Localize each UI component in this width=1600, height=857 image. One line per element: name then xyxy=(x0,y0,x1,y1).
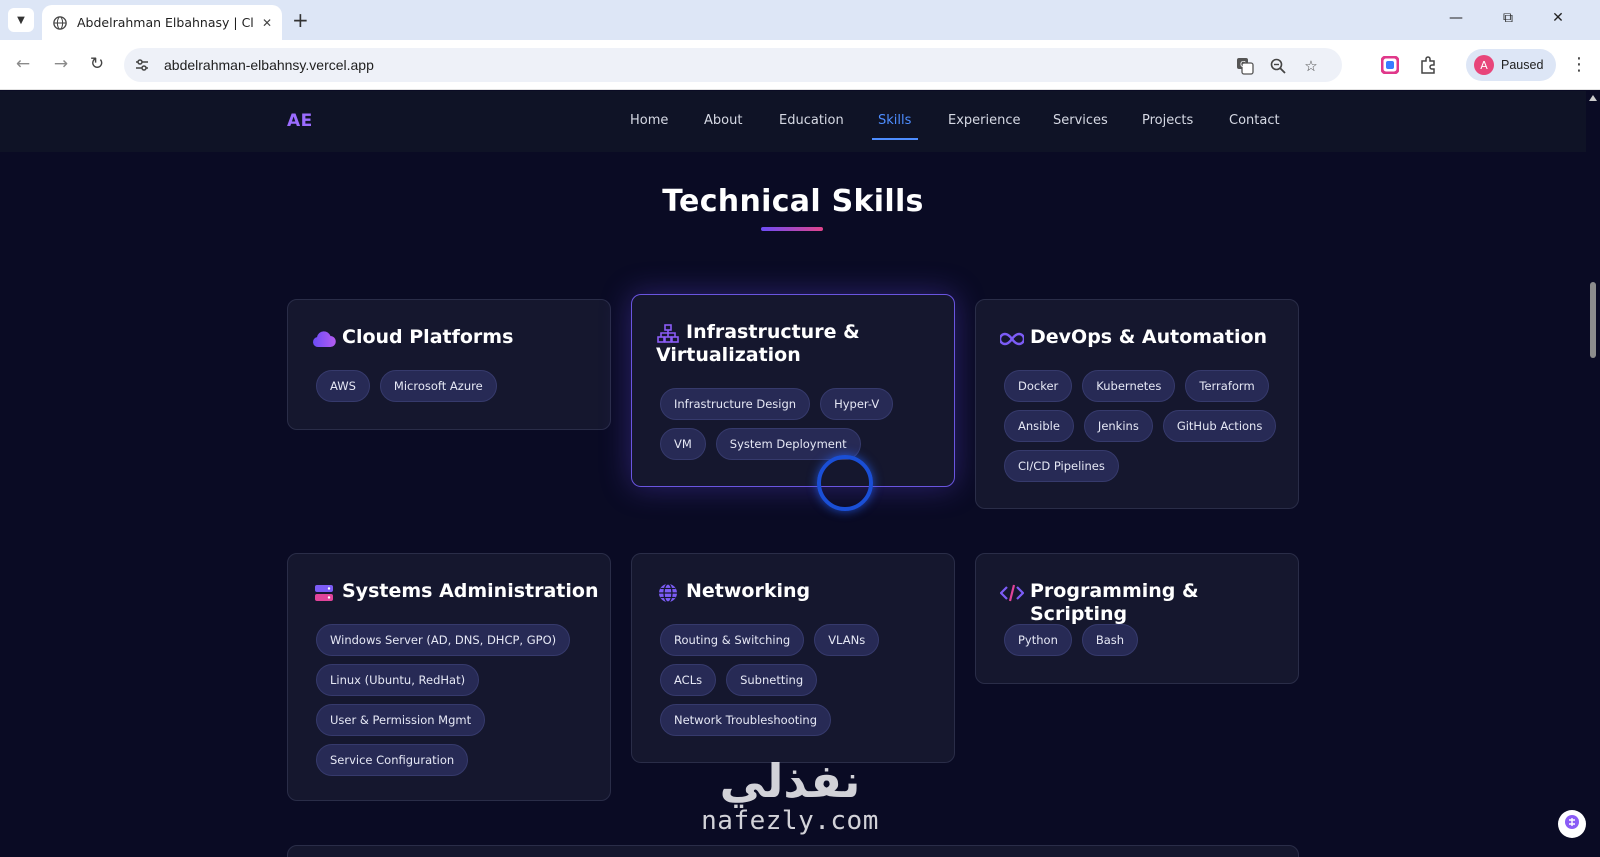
nav-experience[interactable]: Experience xyxy=(948,113,1021,128)
scroll-up-arrow-icon[interactable] xyxy=(1589,95,1597,101)
skill-chip: Routing & Switching xyxy=(660,624,805,656)
card-title: Networking xyxy=(686,580,811,602)
skill-chip: Kubernetes xyxy=(1082,370,1176,402)
bookmark-star-icon[interactable]: ☆ xyxy=(1302,57,1320,75)
minimize-button[interactable]: — xyxy=(1446,10,1466,26)
restore-button[interactable]: ⧉ xyxy=(1498,10,1518,26)
browser-toolbar: ← → ↻ abdelrahman-elbahnsy.vercel.app G … xyxy=(0,40,1600,90)
skill-chip: Windows Server (AD, DNS, DHCP, GPO) xyxy=(316,624,571,656)
server-icon xyxy=(312,582,336,604)
profile-status: Paused xyxy=(1501,58,1544,72)
skill-chip: Microsoft Azure xyxy=(379,370,497,402)
skill-chip: GitHub Actions xyxy=(1162,410,1277,442)
skill-chip: Hyper-V xyxy=(820,388,894,420)
skill-chip: Docker xyxy=(1004,370,1073,402)
next-section-card xyxy=(287,845,1299,857)
skill-card-networking: Networking Routing & Switching VLANs ACL… xyxy=(631,553,955,763)
svg-text:G: G xyxy=(1240,60,1246,69)
skill-card-cloud: Cloud Platforms AWS Microsoft Azure xyxy=(287,299,611,430)
skill-chip: Terraform xyxy=(1185,370,1269,402)
skill-chip: Python xyxy=(1004,624,1072,656)
zoom-icon[interactable] xyxy=(1269,57,1287,75)
skill-chip: Service Configuration xyxy=(316,744,469,776)
page-scrollbar[interactable] xyxy=(1586,91,1600,857)
skill-chip: Network Troubleshooting xyxy=(660,704,832,736)
address-bar[interactable]: abdelrahman-elbahnsy.vercel.app G ☆ xyxy=(124,48,1342,82)
brain-icon xyxy=(1564,814,1580,834)
site-info-icon[interactable] xyxy=(134,57,150,73)
window-close-button[interactable]: ✕ xyxy=(1548,10,1568,26)
new-tab-button[interactable]: + xyxy=(292,9,309,31)
skill-card-devops: DevOps & Automation Docker Kubernetes Te… xyxy=(975,299,1299,509)
browser-tab[interactable]: Abdelrahman Elbahnasy | Cloud ✕ xyxy=(42,5,282,40)
card-title: Cloud Platforms xyxy=(342,326,514,348)
url-text: abdelrahman-elbahnsy.vercel.app xyxy=(164,57,374,73)
card-title: Infrastructure & Virtualization xyxy=(656,321,860,366)
tab-title: Abdelrahman Elbahnasy | Cloud xyxy=(77,15,253,30)
nav-services[interactable]: Services xyxy=(1053,113,1108,128)
tab-search-button[interactable]: ▼ xyxy=(8,8,34,32)
chip-list: Infrastructure Design Hyper-V VM System … xyxy=(660,388,940,460)
skill-chip: Subnetting xyxy=(726,664,818,696)
skill-chip: Infrastructure Design xyxy=(660,388,811,420)
code-icon xyxy=(1000,582,1024,604)
forward-button[interactable]: → xyxy=(50,54,72,74)
extension-color-icon[interactable] xyxy=(1380,55,1400,75)
skill-chip: Linux (Ubuntu, RedHat) xyxy=(316,664,480,696)
chevron-down-icon: ▼ xyxy=(17,14,25,26)
section-title: Technical Skills xyxy=(662,184,924,219)
chip-list: Python Bash xyxy=(1004,624,1139,656)
card-title: DevOps & Automation xyxy=(1030,326,1268,348)
nav-projects[interactable]: Projects xyxy=(1142,113,1193,128)
watermark-latin: nafezly.com xyxy=(701,806,879,836)
site-logo[interactable]: AE xyxy=(287,111,313,131)
profile-button[interactable]: A Paused xyxy=(1466,49,1556,81)
more-options-icon[interactable]: ⋮ xyxy=(1570,54,1588,75)
avatar: A xyxy=(1474,55,1494,75)
skill-chip: User & Permission Mgmt xyxy=(316,704,486,736)
chip-list: Routing & Switching VLANs ACLs Subnettin… xyxy=(660,624,936,736)
skill-chip: VM xyxy=(660,428,706,460)
skill-chip: Ansible xyxy=(1004,410,1074,442)
skill-card-programming: Programming & Scripting Python Bash xyxy=(975,553,1299,684)
infinity-icon xyxy=(1000,328,1024,350)
cloud-icon xyxy=(312,328,336,350)
card-title: Systems Administration xyxy=(342,580,599,602)
globe-icon xyxy=(52,15,68,31)
back-button[interactable]: ← xyxy=(12,54,34,74)
watermark-arabic: نفذلي xyxy=(719,754,861,808)
chip-list: Windows Server (AD, DNS, DHCP, GPO) Linu… xyxy=(316,624,592,776)
reload-button[interactable]: ↻ xyxy=(86,54,108,74)
site-navbar: AE Home About Education Skills Experienc… xyxy=(0,91,1586,152)
extensions-puzzle-icon[interactable] xyxy=(1418,55,1438,75)
skill-chip: VLANs xyxy=(814,624,880,656)
sitemap-icon xyxy=(656,323,680,345)
chip-list: Docker Kubernetes Terraform Ansible Jenk… xyxy=(1004,370,1280,482)
chip-list: AWS Microsoft Azure xyxy=(316,370,497,402)
nav-home[interactable]: Home xyxy=(630,113,668,128)
scrollbar-thumb[interactable] xyxy=(1590,282,1596,358)
watermark: نفذلي nafezly.com xyxy=(680,756,900,836)
globe-icon xyxy=(656,582,680,604)
skill-chip: Jenkins xyxy=(1083,410,1153,442)
nav-contact[interactable]: Contact xyxy=(1229,113,1280,128)
skill-card-sysadmin: Systems Administration Windows Server (A… xyxy=(287,553,611,801)
translate-icon[interactable]: G xyxy=(1236,57,1254,75)
active-nav-underline xyxy=(872,138,918,140)
skill-card-infrastructure: Infrastructure & Virtualization Infrastr… xyxy=(631,294,955,487)
nav-about[interactable]: About xyxy=(704,113,742,128)
skill-chip: ACLs xyxy=(660,664,717,696)
skill-chip: Bash xyxy=(1081,624,1139,656)
browser-tab-bar: ▼ Abdelrahman Elbahnasy | Cloud ✕ + — ⧉ … xyxy=(0,0,1600,40)
close-icon[interactable]: ✕ xyxy=(262,16,272,30)
cursor-highlight-ring xyxy=(817,455,873,511)
card-title: Programming & Scripting xyxy=(1030,580,1199,625)
nav-skills[interactable]: Skills xyxy=(878,113,911,128)
assistant-float-button[interactable] xyxy=(1558,810,1586,838)
nav-education[interactable]: Education xyxy=(779,113,844,128)
skill-chip: AWS xyxy=(316,370,370,402)
skill-chip: CI/CD Pipelines xyxy=(1004,450,1119,482)
title-underline xyxy=(761,227,823,231)
